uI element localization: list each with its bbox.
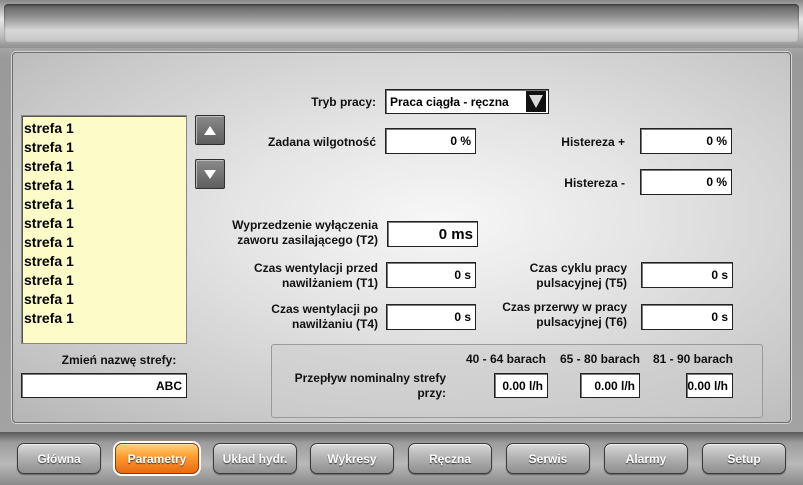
hysteresis-plus-label: Histereza +: [561, 135, 625, 149]
flow-field-2[interactable]: 0.00 l/h: [580, 373, 640, 398]
t4-label-line1: Czas wentylacji po: [271, 302, 378, 316]
flow-label-line2: przy:: [417, 386, 446, 400]
title-bar: [4, 4, 799, 42]
mode-select[interactable]: Praca ciągła - ręczna: [385, 89, 549, 114]
list-item[interactable]: strefa 1: [24, 290, 186, 309]
flow-header-1: 40 - 64 barach: [465, 352, 547, 366]
t2-label: Wyprzedzenie wyłączenia zaworu zasilając…: [196, 218, 378, 248]
t1-label: Czas wentylacji przed nawilżaniem (T1): [196, 261, 378, 291]
t1-label-line2: nawilżaniem (T1): [281, 276, 378, 290]
nav-button-uklad-hydr[interactable]: Układ hydr.: [213, 443, 297, 474]
t4-label: Czas wentylacji po nawilżaniu (T4): [196, 302, 378, 332]
t1-field[interactable]: 0 s: [386, 262, 476, 288]
list-item[interactable]: strefa 1: [24, 271, 186, 290]
list-item[interactable]: strefa 1: [24, 309, 186, 328]
nav-button-glowna[interactable]: Główna: [17, 443, 101, 474]
list-item[interactable]: strefa 1: [24, 119, 186, 138]
t6-field[interactable]: 0 s: [641, 304, 733, 330]
zone-list[interactable]: strefa 1 strefa 1 strefa 1 strefa 1 stre…: [21, 115, 187, 344]
list-item[interactable]: strefa 1: [24, 252, 186, 271]
hysteresis-minus-field[interactable]: 0 %: [640, 169, 732, 195]
top-frame: [0, 0, 803, 48]
hysteresis-minus-label: Histereza -: [564, 176, 625, 190]
list-item[interactable]: strefa 1: [24, 233, 186, 252]
scroll-down-button[interactable]: [195, 159, 225, 189]
rename-zone-label: Zmień nazwę strefy:: [61, 353, 177, 367]
nav-button-setup[interactable]: Setup: [702, 443, 786, 474]
nav-button-serwis[interactable]: Serwis: [506, 443, 590, 474]
t6-label: Czas przerwy w pracy pulsacyjnej (T6): [470, 300, 627, 330]
t5-label-line2: pulsacyjnej (T5): [536, 276, 627, 290]
arrow-down-icon: [204, 169, 216, 179]
flow-label-line1: Przepływ nominalny strefy: [294, 371, 446, 385]
hysteresis-plus-field[interactable]: 0 %: [640, 128, 732, 154]
mode-value: Praca ciągła - ręczna: [390, 95, 509, 109]
list-item[interactable]: strefa 1: [24, 214, 186, 233]
flow-header-2: 65 - 80 barach: [559, 352, 641, 366]
flow-label: Przepływ nominalny strefy przy:: [276, 371, 446, 401]
t4-label-line2: nawilżaniu (T4): [291, 317, 378, 331]
flow-field-1[interactable]: 0.00 l/h: [494, 373, 548, 398]
humidity-label: Zadana wilgotność: [267, 135, 376, 149]
humidity-field[interactable]: 0 %: [385, 128, 476, 154]
mode-label: Tryb pracy:: [311, 95, 376, 109]
nav-button-wykresy[interactable]: Wykresy: [310, 443, 394, 474]
flow-field-3[interactable]: 0.00 l/h: [686, 373, 733, 398]
list-item[interactable]: strefa 1: [24, 195, 186, 214]
t5-label: Czas cyklu pracy pulsacyjnej (T5): [470, 261, 627, 291]
t2-label-line1: Wyprzedzenie wyłączenia: [232, 218, 378, 232]
arrow-up-icon: [204, 125, 216, 135]
rename-zone-input[interactable]: ABC: [21, 373, 187, 398]
t4-field[interactable]: 0 s: [386, 304, 476, 330]
t5-field[interactable]: 0 s: [641, 262, 733, 288]
scroll-up-button[interactable]: [195, 115, 225, 145]
t6-label-line2: pulsacyjnej (T6): [536, 315, 627, 329]
list-item[interactable]: strefa 1: [24, 157, 186, 176]
t6-label-line1: Czas przerwy w pracy: [502, 300, 627, 314]
dropdown-arrow-icon[interactable]: [526, 91, 546, 112]
list-item[interactable]: strefa 1: [24, 138, 186, 157]
t1-label-line1: Czas wentylacji przed: [253, 261, 378, 275]
nav-button-reczna[interactable]: Ręczna: [408, 443, 492, 474]
flow-header-3: 81 - 90 barach: [652, 352, 734, 366]
nav-button-alarmy[interactable]: Alarmy: [604, 443, 688, 474]
t5-label-line1: Czas cyklu pracy: [529, 261, 627, 275]
t2-field[interactable]: 0 ms: [387, 221, 478, 247]
list-item[interactable]: strefa 1: [24, 176, 186, 195]
t2-label-line2: zaworu zasilającego (T2): [237, 233, 378, 247]
nav-button-parametry[interactable]: Parametry: [115, 443, 199, 474]
